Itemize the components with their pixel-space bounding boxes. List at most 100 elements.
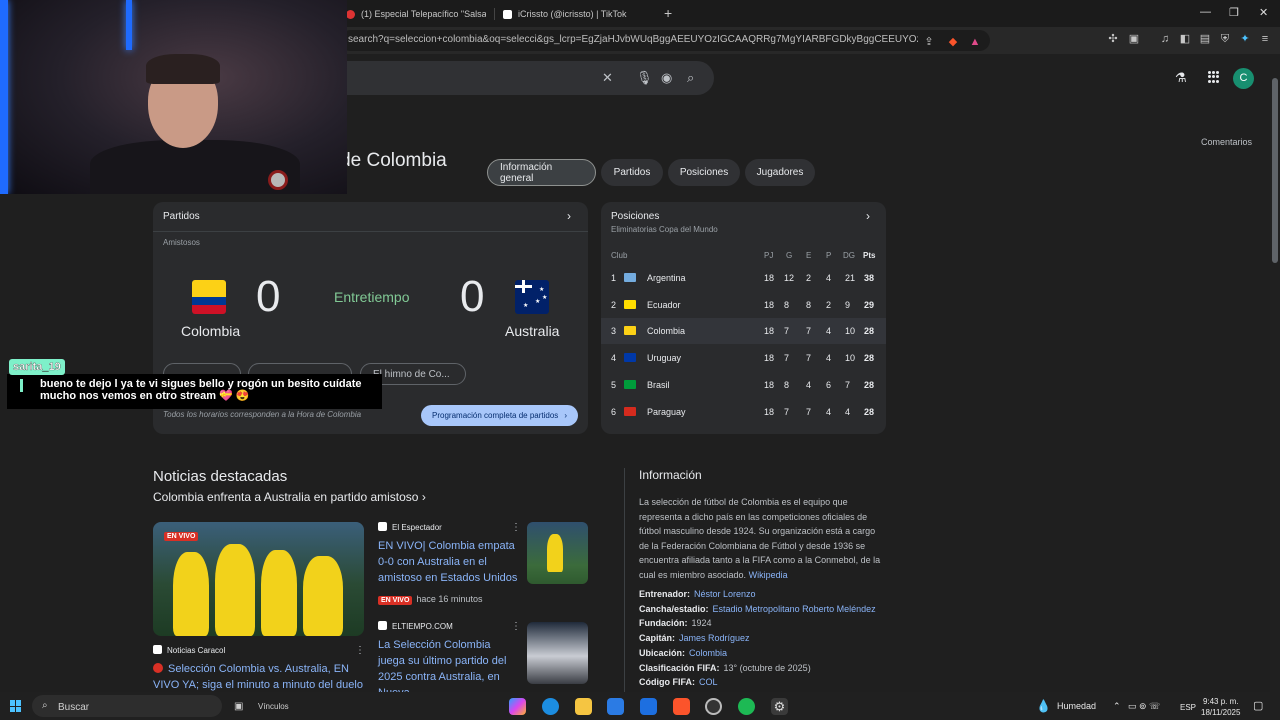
weather-label[interactable]: Humedad xyxy=(1057,701,1096,711)
microphone-icon[interactable]: 🎙︎ xyxy=(636,70,653,86)
camera-search-icon[interactable]: ◉ xyxy=(661,70,672,86)
store-icon[interactable] xyxy=(607,698,624,715)
tab-partidos[interactable]: Partidos xyxy=(601,159,663,186)
standings-row[interactable]: 6 Paraguay 18 7 7 4 4 28 xyxy=(601,399,886,425)
new-tab-button[interactable]: + xyxy=(664,5,672,21)
clear-icon[interactable]: ✕ xyxy=(602,70,613,86)
minimize-icon[interactable]: — xyxy=(1200,6,1211,18)
scrollbar[interactable] xyxy=(1270,60,1280,692)
standings-row[interactable]: 1 Argentina 18 12 2 4 21 38 xyxy=(601,265,886,291)
standings-row[interactable]: 5 Brasil 18 8 4 6 7 28 xyxy=(601,372,886,398)
notifications-icon[interactable]: ▢ xyxy=(1253,699,1263,712)
team-flag-icon xyxy=(624,299,636,309)
language-indicator[interactable]: ESP xyxy=(1180,703,1196,712)
apps-grid-icon[interactable] xyxy=(1208,71,1220,83)
fact-value[interactable]: James Rodríguez xyxy=(679,633,750,643)
row-g: 12 xyxy=(784,273,795,283)
tab-jugadores[interactable]: Jugadores xyxy=(745,159,815,186)
more-options-icon[interactable]: ⋮ xyxy=(511,522,521,533)
standings-row[interactable]: 3 Colombia 18 7 7 4 10 28 xyxy=(601,318,886,345)
news-thumbnail[interactable] xyxy=(527,622,588,684)
away-team[interactable]: Australia xyxy=(505,323,559,339)
chevron-up-icon[interactable]: ⌃ xyxy=(1113,701,1121,712)
search-icon: ⌕ xyxy=(42,700,48,711)
search-input[interactable]: ✕ 🎙︎ ◉ ⌕ xyxy=(320,61,714,95)
tab-telepacifico[interactable]: (1) Especial Telepacífico "Salsa y Rum xyxy=(346,4,486,24)
news-main-headline[interactable]: Selección Colombia vs. Australia, EN VIV… xyxy=(153,661,363,693)
chevron-right-icon[interactable]: › xyxy=(866,209,870,223)
leo-icon[interactable]: ✦ xyxy=(1238,32,1252,46)
news-thumbnail[interactable] xyxy=(527,522,588,584)
edge-icon[interactable] xyxy=(542,698,559,715)
fact-value[interactable]: Colombia xyxy=(689,648,727,658)
close-icon[interactable]: ✕ xyxy=(1259,6,1268,19)
file-explorer-icon[interactable] xyxy=(575,698,592,715)
tab-informacion-general[interactable]: Información general xyxy=(487,159,596,186)
news-source: El Espectador xyxy=(378,522,442,532)
search-icon[interactable]: ⌕ xyxy=(687,70,694,86)
media-icon[interactable]: ♫ xyxy=(1158,32,1172,46)
task-view-icon[interactable]: ▣ xyxy=(234,701,243,712)
fact-label: Ubicación: xyxy=(639,647,686,658)
address-bar[interactable]: search?q=seleccion+colombia&oq=selecci&g… xyxy=(340,30,990,51)
standings-row[interactable]: 4 Uruguay 18 7 7 4 10 28 xyxy=(601,345,886,371)
team-flag-icon xyxy=(624,273,636,282)
restore-icon[interactable]: ❐ xyxy=(1229,6,1239,19)
team-flag-icon xyxy=(624,406,636,416)
taskbar-search-label: Buscar xyxy=(58,702,90,713)
wikipedia-link[interactable]: Wikipedia xyxy=(749,570,788,580)
streamer-hair xyxy=(146,54,220,84)
brave-icon[interactable] xyxy=(673,698,690,715)
row-dg: 21 xyxy=(845,273,856,283)
row-position: 4 xyxy=(611,353,617,364)
sidebar-icon[interactable]: ◧ xyxy=(1178,32,1192,46)
row-g: 8 xyxy=(784,379,790,390)
info-fact: Capitán: James Rodríguez xyxy=(639,633,750,643)
colombia-flag-icon xyxy=(192,280,226,314)
tab-posiciones[interactable]: Posiciones xyxy=(668,159,740,186)
more-options-icon[interactable]: ⋮ xyxy=(355,645,365,656)
network-icon[interactable]: ▭ ⊚ ☏ xyxy=(1128,701,1160,712)
row-pj: 18 xyxy=(764,353,775,364)
full-schedule-button[interactable]: Programación completa de partidos › xyxy=(421,405,578,426)
extensions-icon[interactable]: ✣ xyxy=(1106,32,1120,46)
mail-icon[interactable] xyxy=(640,698,657,715)
row-p: 4 xyxy=(826,406,832,417)
spotify-icon[interactable] xyxy=(738,698,755,715)
match-card-title[interactable]: Partidos xyxy=(163,211,200,222)
labs-icon[interactable]: ⚗ xyxy=(1175,70,1187,86)
windows-start-icon[interactable] xyxy=(10,700,22,712)
standings-row[interactable]: 2 Ecuador 18 8 8 2 9 29 xyxy=(601,292,886,318)
fact-value[interactable]: Estadio Metropolitano Roberto Meléndez xyxy=(713,604,876,614)
news-source: ELTIEMPO.COM xyxy=(378,621,453,631)
brave-shield-icon[interactable]: ◆ xyxy=(946,35,960,49)
wallet-icon[interactable]: ▤ xyxy=(1198,32,1212,46)
chevron-right-icon[interactable]: › xyxy=(567,209,571,223)
screenshot-icon[interactable]: ▣ xyxy=(1127,32,1141,46)
row-team: Paraguay xyxy=(647,406,686,417)
menu-icon[interactable]: ≡ xyxy=(1258,32,1272,46)
standings-title[interactable]: Posiciones xyxy=(611,211,659,222)
system-clock[interactable]: 9:43 p. m. 18/11/2025 xyxy=(1201,696,1240,718)
home-score: 0 xyxy=(256,272,281,321)
home-team[interactable]: Colombia xyxy=(181,323,240,339)
obs-icon[interactable] xyxy=(705,698,722,715)
scrollbar-thumb[interactable] xyxy=(1272,78,1278,263)
news-time: EN VIVO hace 16 minutos xyxy=(378,594,482,605)
brave-rewards-icon[interactable]: ▲ xyxy=(968,35,982,49)
more-options-icon[interactable]: ⋮ xyxy=(511,621,521,632)
news-topic-link[interactable]: Colombia enfrenta a Australia en partido… xyxy=(153,490,426,504)
fact-value[interactable]: Néstor Lorenzo xyxy=(694,589,756,599)
fact-value[interactable]: COL xyxy=(699,677,718,687)
led-strip xyxy=(126,0,132,50)
feedback-link[interactable]: Comentarios xyxy=(1201,137,1252,147)
row-pts: 29 xyxy=(864,299,875,310)
share-icon[interactable]: ⇪ xyxy=(922,35,936,49)
copilot-icon[interactable] xyxy=(509,698,526,715)
tab-tiktok[interactable]: iCrissto (@icrissto) | TikTok xyxy=(503,4,653,24)
vpn-icon[interactable]: ⛨ xyxy=(1218,32,1232,46)
avatar[interactable]: C xyxy=(1233,68,1254,89)
news-headline[interactable]: EN VIVO| Colombia empata 0-0 con Austral… xyxy=(378,538,518,586)
taskbar-vinculos[interactable]: Vínculos xyxy=(258,702,289,711)
settings-icon[interactable]: ⚙ xyxy=(771,698,788,715)
